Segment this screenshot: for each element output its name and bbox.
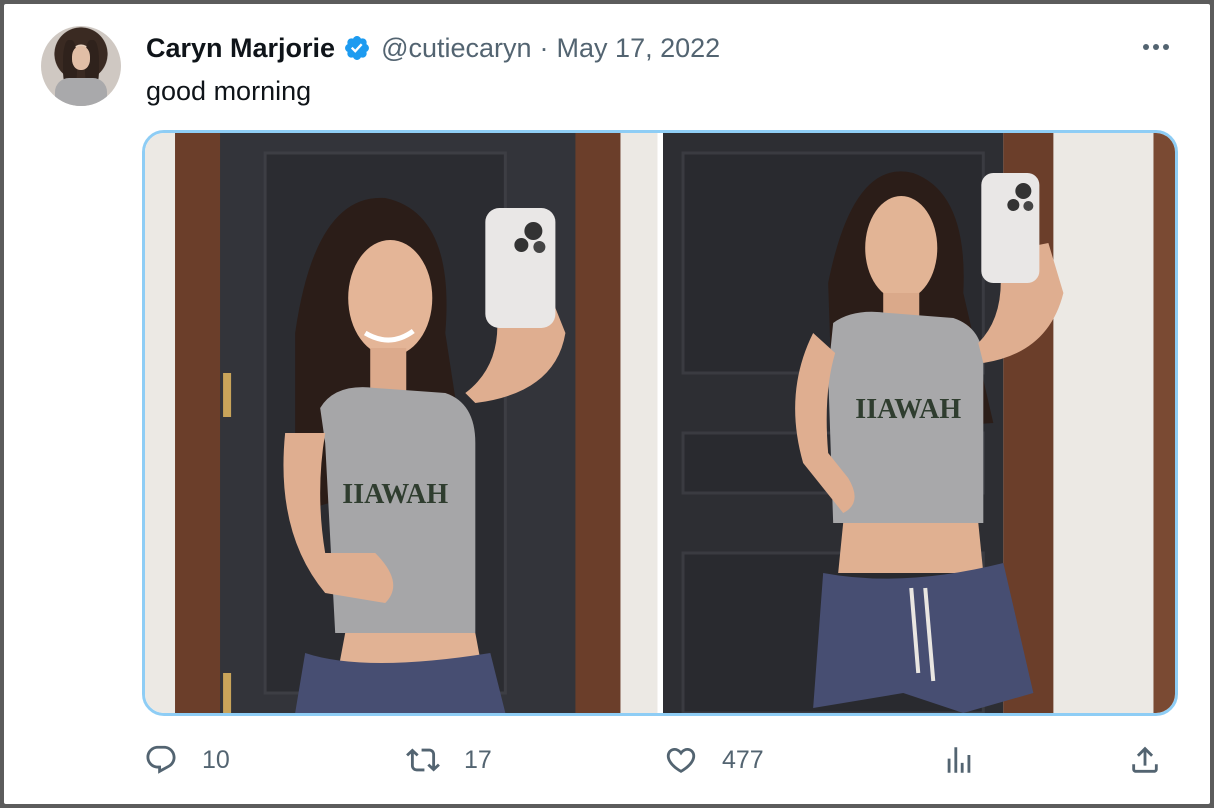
tweet-header: Caryn Marjorie @cutiecaryn · May 17, 202… xyxy=(146,30,720,66)
like-button[interactable]: 477 xyxy=(664,740,764,780)
more-dot xyxy=(1153,44,1159,50)
tweet-card: Caryn Marjorie @cutiecaryn · May 17, 202… xyxy=(4,4,1210,804)
analytics-icon xyxy=(947,747,971,773)
tweet-media[interactable]: IIAWAH IIAWAH xyxy=(142,130,1178,716)
tweet-text: good morning xyxy=(146,76,312,106)
reply-button[interactable]: 10 xyxy=(144,740,230,780)
media-photo-1[interactable]: IIAWAH xyxy=(145,133,658,713)
heart-icon xyxy=(666,747,696,773)
author-handle[interactable]: @cutiecaryn xyxy=(381,33,531,64)
more-dot xyxy=(1163,44,1169,50)
separator: · xyxy=(539,32,549,63)
analytics-button[interactable] xyxy=(942,740,976,780)
shirt-text: IIAWAH xyxy=(855,394,961,425)
reply-icon xyxy=(146,745,176,774)
avatar[interactable] xyxy=(41,26,121,106)
share-icon xyxy=(1132,746,1158,773)
more-icon[interactable] xyxy=(1136,32,1176,62)
verified-badge-icon xyxy=(343,34,371,62)
more-dot xyxy=(1143,44,1149,50)
media-photo-2[interactable]: IIAWAH xyxy=(662,133,1175,713)
reply-count: 10 xyxy=(202,745,230,774)
avatar-shirt xyxy=(55,78,107,106)
author-name[interactable]: Caryn Marjorie xyxy=(146,33,335,64)
tweet-actions: 10 17 477 xyxy=(4,740,1210,780)
avatar-face xyxy=(72,46,90,70)
retweet-count: 17 xyxy=(464,745,492,774)
shirt-text: IIAWAH xyxy=(342,479,448,510)
retweet-icon xyxy=(406,748,440,772)
tweet-date[interactable]: May 17, 2022 xyxy=(557,33,721,64)
like-count: 477 xyxy=(722,745,764,774)
retweet-button[interactable]: 17 xyxy=(406,740,492,780)
share-button[interactable] xyxy=(1128,740,1162,780)
